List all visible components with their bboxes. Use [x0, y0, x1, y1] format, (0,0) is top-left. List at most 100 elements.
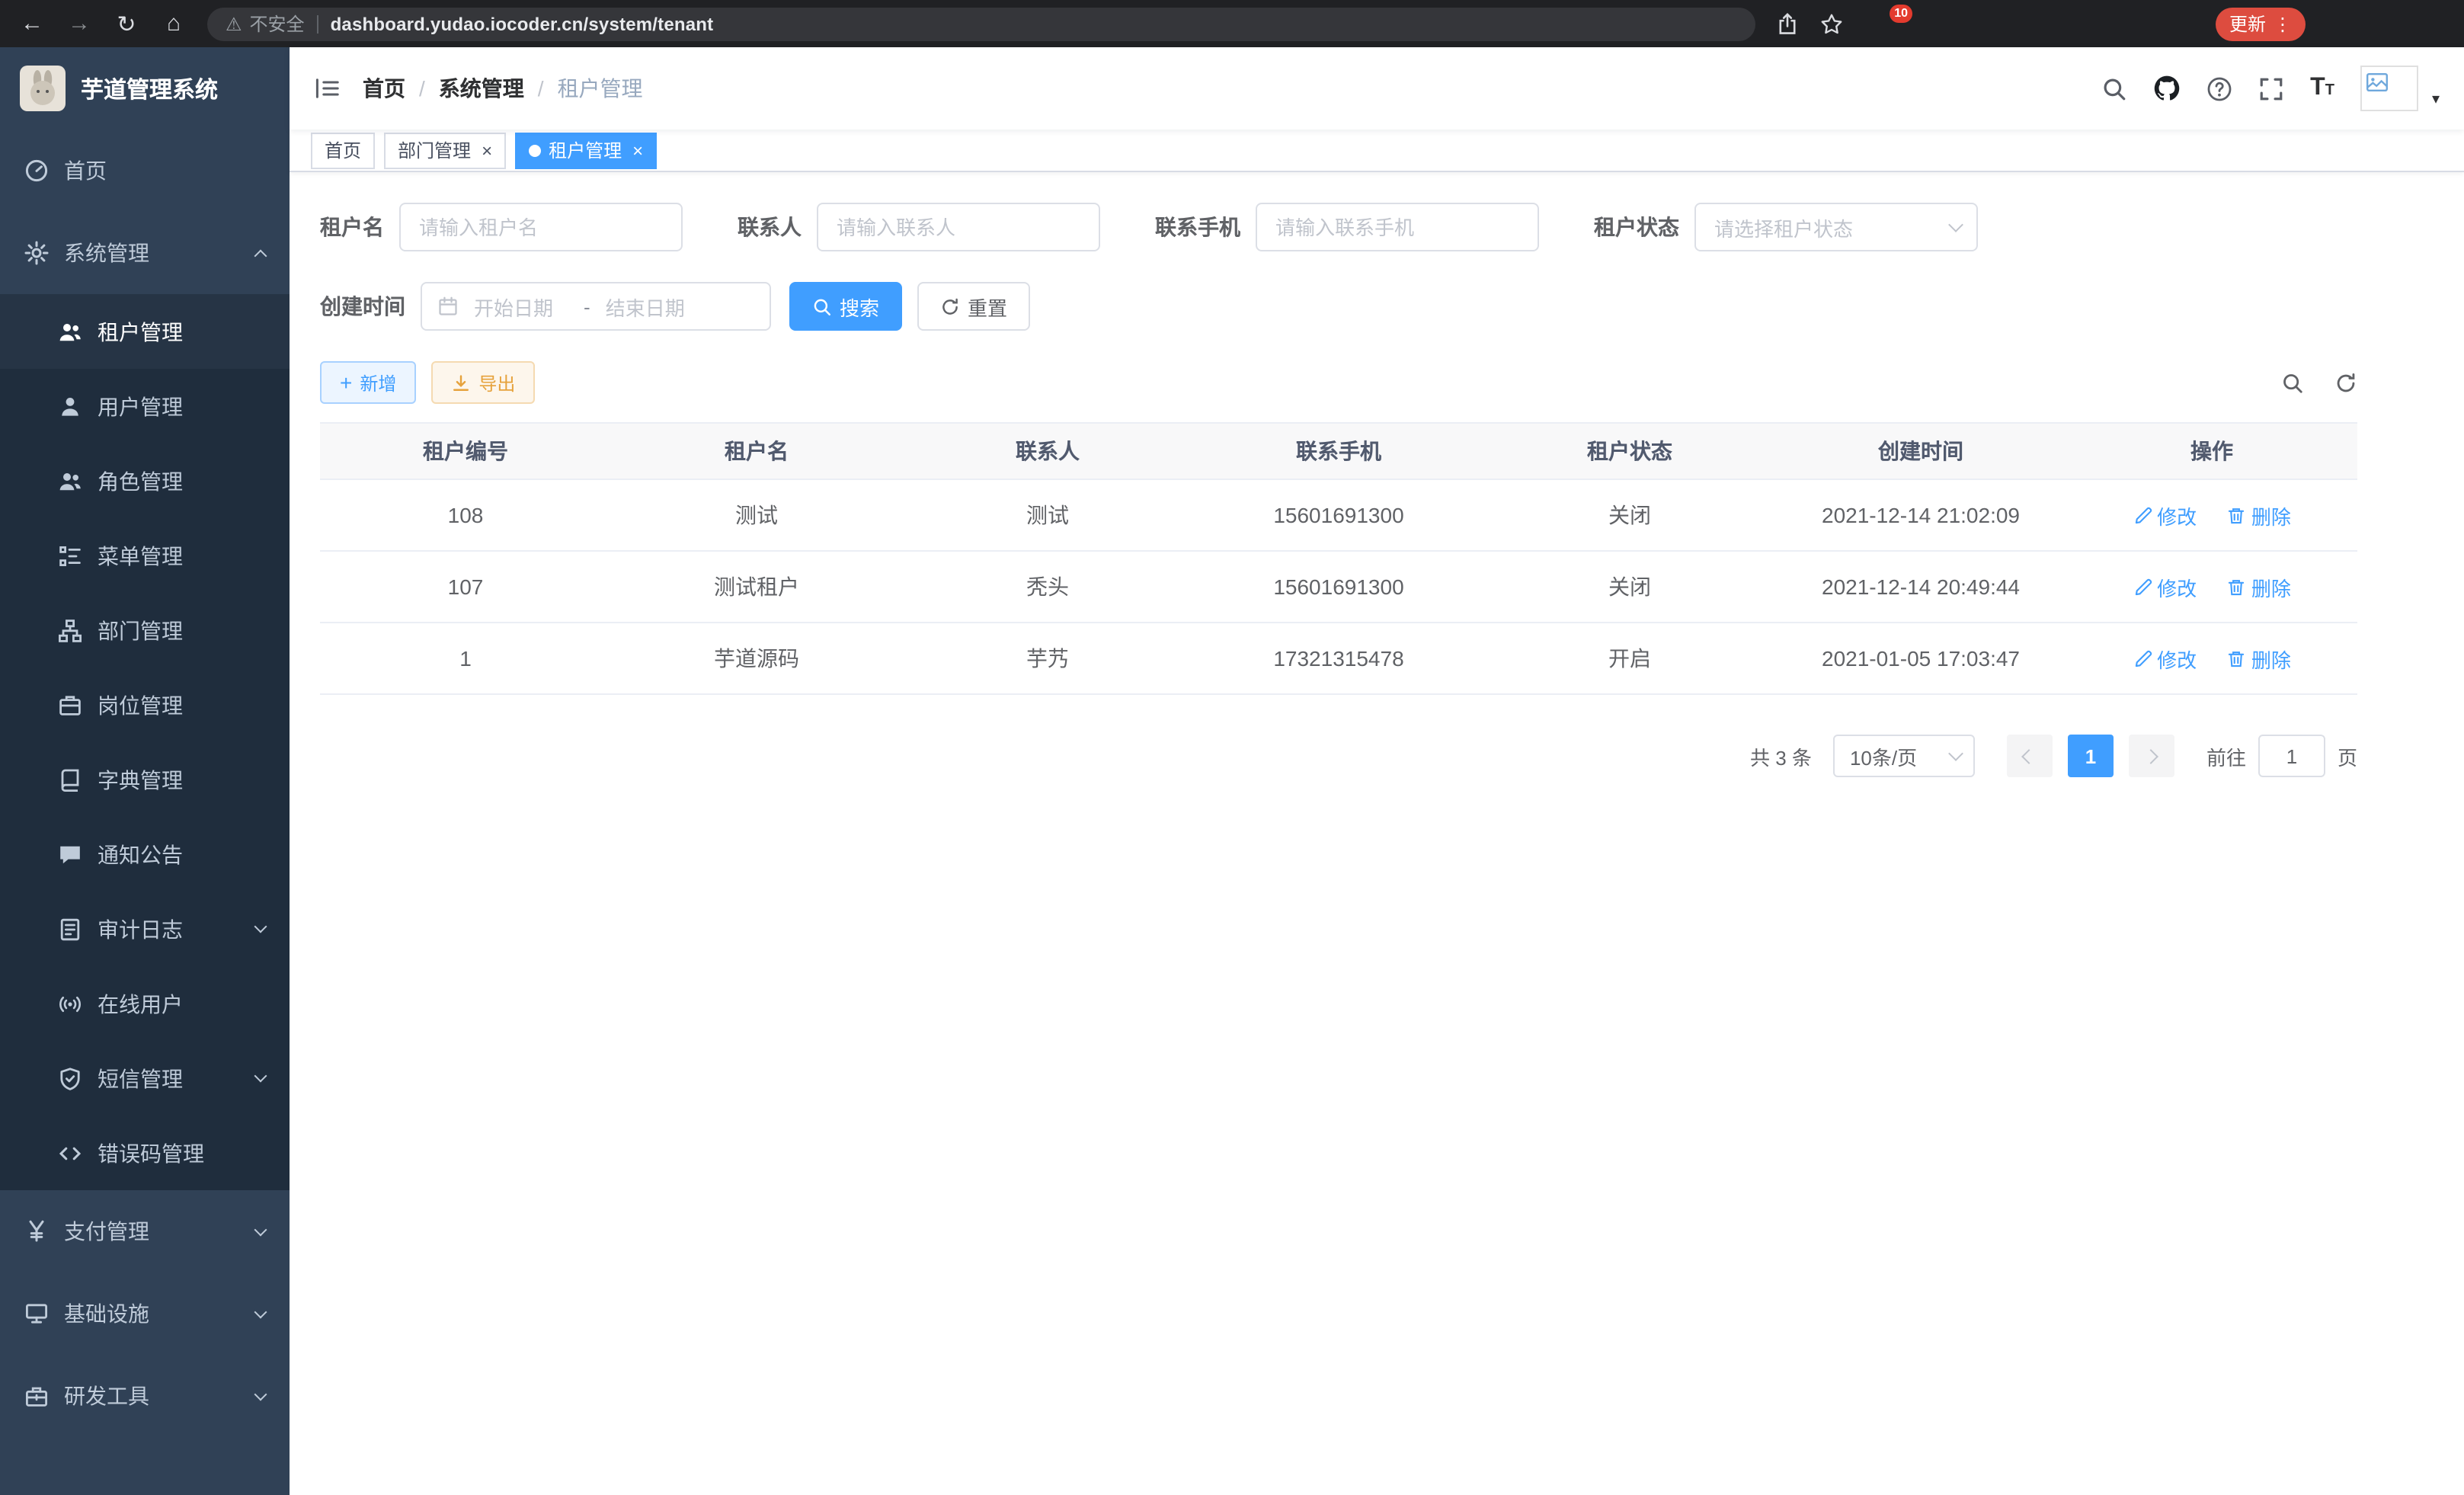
tab[interactable]: 部门管理 ×: [384, 132, 506, 168]
sidebar-item-label: 系统管理: [64, 238, 149, 268]
col-created: 创建时间: [1775, 423, 2066, 479]
search-icon: [812, 296, 832, 316]
close-icon[interactable]: ×: [632, 141, 643, 159]
sidebar-toggle-icon[interactable]: [314, 76, 341, 101]
sidebar-item-label: 错误码管理: [98, 1138, 204, 1168]
edit-link[interactable]: 修改: [2133, 572, 2197, 601]
extension-icon[interactable]: [2117, 11, 2141, 36]
sidebar-item[interactable]: 菜单管理: [0, 518, 290, 593]
sidebar-item[interactable]: 首页: [0, 130, 290, 212]
table-toolbar: + 新增 导出: [320, 361, 2357, 404]
browser-chrome: ← → ↻ ⌂ ⚠ 不安全 dashboard.yudao.iocoder.cn…: [0, 0, 2464, 47]
warning-icon: ⚠: [226, 13, 242, 34]
refresh-table-icon[interactable]: [2334, 371, 2357, 394]
sidebar-item[interactable]: 在线用户: [0, 966, 290, 1041]
page-button-1[interactable]: 1: [2068, 735, 2114, 777]
delete-link[interactable]: 删除: [2227, 572, 2291, 601]
cell-phone: 17321315478: [1193, 623, 1484, 694]
sidebar-item-label: 角色管理: [98, 466, 183, 496]
show-search-icon[interactable]: [2281, 371, 2304, 394]
phone-input[interactable]: [1256, 203, 1539, 251]
close-icon[interactable]: ×: [482, 141, 492, 159]
font-size-icon[interactable]: TT: [2310, 75, 2334, 102]
col-tenant-name: 租户名: [611, 423, 902, 479]
delete-link[interactable]: 删除: [2227, 501, 2291, 530]
edit-link[interactable]: 修改: [2133, 501, 2197, 530]
prev-page-button[interactable]: [2007, 735, 2053, 777]
trash-icon: [2227, 648, 2247, 668]
active-dot: [529, 144, 541, 156]
update-button[interactable]: 更新 ⋮: [2216, 7, 2306, 40]
chevron-icon: [254, 1388, 267, 1401]
avatar[interactable]: [2360, 66, 2418, 111]
tab[interactable]: 租户管理 ×: [515, 132, 657, 168]
extension-icon[interactable]: [2077, 11, 2101, 36]
back-button[interactable]: ←: [18, 10, 46, 37]
create-time-label: 创建时间: [320, 291, 405, 322]
extension-icon[interactable]: 10: [1879, 11, 1903, 36]
logo-image: [20, 66, 66, 111]
share-icon[interactable]: [1775, 11, 1800, 36]
extension-icon[interactable]: [2156, 11, 2181, 36]
sidebar-item[interactable]: 研发工具: [0, 1355, 290, 1437]
main-area: 首页 / 系统管理 / 租户管理 TT ▾: [290, 47, 2464, 1495]
extension-icon[interactable]: [2037, 11, 2062, 36]
sidebar-item[interactable]: 字典管理: [0, 742, 290, 817]
plus-icon: +: [340, 372, 352, 393]
chevron-icon: [254, 1070, 267, 1083]
goto-page-input[interactable]: [2258, 735, 2325, 777]
cell-created: 2021-12-14 20:49:44: [1775, 551, 2066, 623]
col-actions: 操作: [2066, 423, 2357, 479]
date-range-picker[interactable]: 开始日期 - 结束日期: [421, 282, 771, 331]
breadcrumb-current: 租户管理: [558, 73, 643, 104]
contact-input[interactable]: [817, 203, 1100, 251]
next-page-button[interactable]: [2129, 735, 2174, 777]
sidebar-item[interactable]: 支付管理: [0, 1190, 290, 1273]
breadcrumb-system[interactable]: 系统管理: [439, 73, 524, 104]
breadcrumb-home[interactable]: 首页: [363, 73, 405, 104]
tenant-name-input[interactable]: [399, 203, 683, 251]
help-icon[interactable]: [2206, 75, 2232, 101]
extension-icon[interactable]: [1998, 11, 2022, 36]
browser-menu-icon[interactable]: ⋮: [2274, 13, 2292, 34]
sidebar-item[interactable]: 短信管理: [0, 1041, 290, 1116]
bookmark-icon[interactable]: [1819, 11, 1844, 36]
delete-link[interactable]: 删除: [2227, 644, 2291, 673]
forward-button[interactable]: →: [66, 10, 93, 37]
sidebar-item[interactable]: 基础设施: [0, 1273, 290, 1355]
caret-down-icon[interactable]: ▾: [2432, 91, 2440, 111]
chevron-icon: [254, 250, 267, 263]
sidebar-item[interactable]: 用户管理: [0, 369, 290, 443]
sidebar-item[interactable]: 角色管理: [0, 443, 290, 518]
sidebar-item[interactable]: 通知公告: [0, 817, 290, 892]
sidebar-item[interactable]: 岗位管理: [0, 667, 290, 742]
sidebar-item[interactable]: 系统管理: [0, 212, 290, 294]
home-button[interactable]: ⌂: [160, 10, 187, 37]
edit-link[interactable]: 修改: [2133, 644, 2197, 673]
tab[interactable]: 首页: [311, 132, 375, 168]
extension-icon[interactable]: [1918, 11, 1943, 36]
page-size-select[interactable]: 10条/页: [1833, 735, 1975, 777]
sidebar-item[interactable]: 租户管理: [0, 294, 290, 369]
fullscreen-icon[interactable]: [2258, 75, 2284, 101]
sidebar-item[interactable]: 审计日志: [0, 892, 290, 966]
sidebar-item[interactable]: 部门管理: [0, 593, 290, 667]
add-button[interactable]: + 新增: [320, 361, 416, 404]
search-button[interactable]: 搜索: [789, 282, 902, 331]
tenant-status-select[interactable]: 请选择租户状态: [1694, 203, 1978, 251]
date-separator: -: [584, 295, 590, 318]
cell-status: 关闭: [1484, 551, 1775, 623]
export-button[interactable]: 导出: [431, 361, 535, 404]
reload-button[interactable]: ↻: [113, 10, 140, 37]
github-icon[interactable]: [2153, 75, 2181, 102]
dashboard-icon: [24, 158, 49, 183]
sidebar-item-label: 用户管理: [98, 391, 183, 421]
sidebar-item[interactable]: 错误码管理: [0, 1116, 290, 1190]
goto-label: 前往: [2206, 741, 2246, 770]
address-bar[interactable]: ⚠ 不安全 dashboard.yudao.iocoder.cn/system/…: [207, 7, 1755, 40]
extension-icon[interactable]: [1958, 11, 1982, 36]
cell-actions: 修改 删除: [2066, 479, 2357, 551]
pagination: 共 3 条 10条/页 1 前往 页: [320, 735, 2357, 777]
search-icon[interactable]: [2101, 75, 2127, 101]
reset-button[interactable]: 重置: [917, 282, 1030, 331]
